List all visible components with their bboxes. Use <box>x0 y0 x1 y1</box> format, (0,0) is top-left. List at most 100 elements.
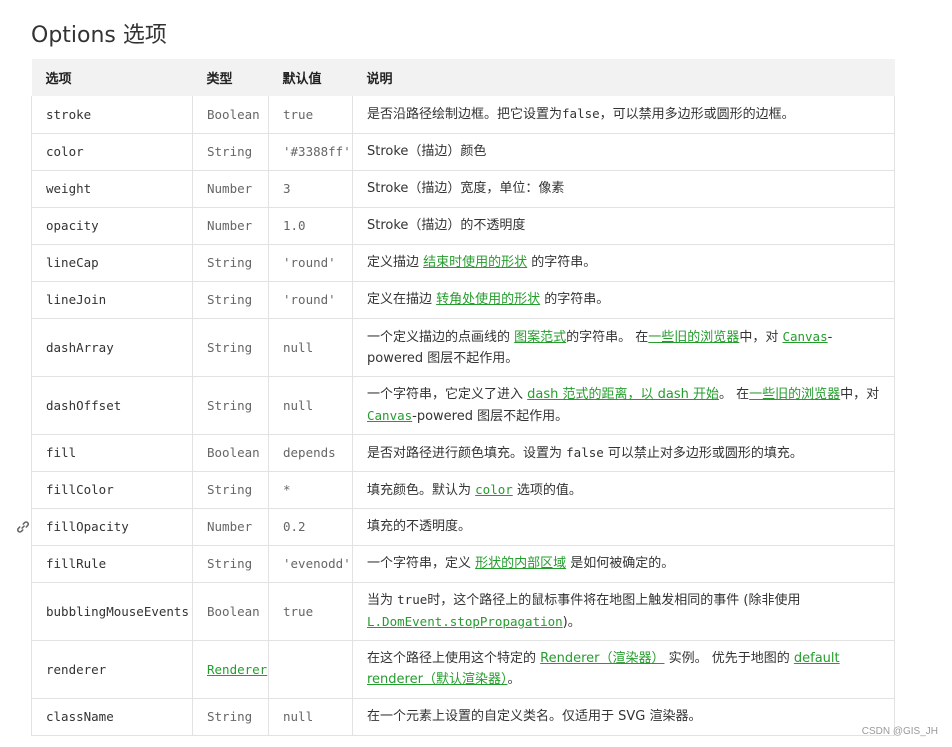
option-default-cell: 1.0 <box>268 206 353 245</box>
option-type-cell: String <box>192 697 269 736</box>
description-link[interactable]: Renderer（渲染器） <box>540 651 664 666</box>
option-type-cell: String <box>192 132 269 171</box>
option-default-cell: null <box>268 697 353 736</box>
table-row: lineCap String'round' 定义描边 结束时使用的形状 的字符串。 <box>31 243 895 282</box>
option-name-cell: lineCap <box>31 243 193 282</box>
option-type-cell: String <box>192 317 269 377</box>
option-type-cell: Number <box>192 169 269 208</box>
option-type-cell: String <box>192 544 269 583</box>
description-link[interactable]: 转角处使用的形状 <box>436 292 540 307</box>
type-link[interactable]: Renderer <box>207 662 267 677</box>
description-text: Stroke（描边）的不透明度 <box>367 218 526 233</box>
table-row: color String '#3388ff' Stroke（描边）颜色 <box>31 132 895 171</box>
description-link[interactable]: L.DomEvent.stopPropagation <box>367 614 563 629</box>
option-description-cell: 定义在描边 转角处使用的形状 的字符串。 <box>352 280 895 319</box>
description-text: 定义在描边 <box>367 292 437 307</box>
inline-code: false <box>566 444 604 460</box>
description-link[interactable]: dash 范式的距离，以 dash 开始 <box>527 387 719 402</box>
option-default-cell: 'round' <box>268 243 353 282</box>
option-description-cell: Stroke（描边）的不透明度 <box>352 206 895 245</box>
table-row: fillOpacity Number 0.2 填充的不透明度。 <box>31 507 895 546</box>
table-row: opacity Number 1.0 Stroke（描边）的不透明度 <box>31 206 895 245</box>
option-description-cell: 当为 true时，这个路径上的鼠标事件将在地图上触发相同的事件 (除非使用 L.… <box>352 581 895 641</box>
option-type-cell: Renderer <box>192 639 269 699</box>
option-name-cell: bubblingMouseEvents <box>31 581 193 641</box>
column-header-default: 默认值 <box>268 59 353 96</box>
option-default-cell: 0.2 <box>268 507 353 546</box>
table-row: dashArray String null 一个定义描边的点画线的 图案范式的字符串。… <box>31 317 895 377</box>
option-description-cell: Stroke（描边）颜色 <box>352 132 895 171</box>
description-text: 一个定义描边的点画线的 <box>367 329 515 345</box>
option-name-cell: className <box>31 697 193 736</box>
option-name-cell: color <box>31 132 193 171</box>
description-text: 是否沿路径绘制边框。把它设置为 <box>367 107 563 123</box>
description-text: 一个字符串，定义 <box>367 556 476 571</box>
description-text: 。 <box>507 672 521 687</box>
description-text: 。 在 <box>719 386 750 402</box>
description-text: 时，这个路径上的鼠标事件将在地图上触发相同的事件 (除非使用 <box>427 593 801 608</box>
option-default-cell: true <box>268 581 353 641</box>
option-description-cell: 在一个元素上设置的自定义类名。仅适用于 SVG 渲染器。 <box>352 697 895 736</box>
option-name-cell: fillRule <box>31 544 193 583</box>
description-text: 在一个元素上设置的自定义类名。仅适用于 SVG 渲染器。 <box>367 709 702 724</box>
option-type-cell: Number <box>192 206 269 245</box>
description-link[interactable]: Canvas <box>782 329 827 344</box>
option-default-cell: 'evenodd' <box>268 544 353 583</box>
option-type-cell: String <box>192 470 269 509</box>
option-name-cell: stroke <box>31 96 193 134</box>
options-table: 选项 类型 默认值 说明 stroke Boolean true 是否沿路径绘制边框。… <box>31 59 895 736</box>
description-text: 在这个路径上使用这个特定的 <box>367 651 541 666</box>
inline-code: true <box>397 592 428 607</box>
table-row: fillRule String'evenodd' 一个字符串，定义 形状的内部区域 … <box>31 544 895 583</box>
option-description-cell: 填充颜色。默认为 color 选项的值。 <box>352 470 895 509</box>
link-icon-graphic <box>17 521 29 533</box>
description-text: 的字符串。 <box>540 292 610 307</box>
option-default-cell: 3 <box>268 169 353 208</box>
description-link[interactable]: 图案范式 <box>514 330 566 345</box>
description-text: 中，对 <box>739 329 783 345</box>
description-text: 是如何被确定的。 <box>566 556 675 571</box>
option-description-cell: 一个定义描边的点画线的 图案范式的字符串。 在一些旧的浏览器中，对 Canvas… <box>352 317 895 377</box>
option-name-cell: opacity <box>31 206 193 245</box>
description-text: 选项的值。 <box>512 482 582 498</box>
option-description-cell: 定义描边 结束时使用的形状 的字符串。 <box>352 243 895 282</box>
description-text: ，可以禁用多边形或圆形的边框。 <box>599 107 795 123</box>
column-header-type: 类型 <box>192 59 269 96</box>
description-text: Stroke（描边）宽度，单位：像素 <box>367 181 565 196</box>
option-type-cell: Boolean <box>192 433 269 472</box>
table-row: fill Boolean depends 是否对路径进行颜色填充。设置为 false … <box>31 433 895 472</box>
option-type-cell: String <box>192 375 269 435</box>
description-link[interactable]: 结束时使用的形状 <box>423 255 527 270</box>
table-row: fillColor String * 填充颜色。默认为 color 选项的值。 <box>31 470 895 509</box>
description-text: 当为 <box>367 593 398 608</box>
description-text: 是否对路径进行颜色填充。设置为 <box>367 445 567 461</box>
watermark: CSDN @GIS_JH <box>861 726 938 737</box>
description-text: 的字符串。 <box>527 255 597 270</box>
option-name-cell: fillOpacity <box>31 507 193 546</box>
option-description-cell: 在这个路径上使用这个特定的 Renderer（渲染器） 实例。 优先于地图的 d… <box>352 639 895 699</box>
description-link[interactable]: color <box>475 482 513 497</box>
description-text: 的字符串。 在 <box>566 329 649 345</box>
description-text: 一个字符串，它定义了进入 <box>367 386 528 402</box>
option-type-cell: Boolean <box>192 581 269 641</box>
option-description-cell: Stroke（描边）宽度，单位：像素 <box>352 169 895 208</box>
table-row: renderer Renderer 在这个路径上使用这个特定的 Renderer（渲… <box>31 639 895 699</box>
description-text: 填充的不透明度。 <box>367 519 472 534</box>
option-name-cell: lineJoin <box>31 280 193 319</box>
table-row: bubblingMouseEvents Boolean true 当为 true时，这… <box>31 581 895 641</box>
option-default-cell: '#3388ff' <box>268 132 353 171</box>
description-link[interactable]: 一些旧的浏览器 <box>749 387 840 402</box>
description-text: 中，对 <box>840 386 880 402</box>
link-icon[interactable] <box>16 519 30 533</box>
page-title: Options 选项 <box>31 23 167 48</box>
description-link[interactable]: 形状的内部区域 <box>475 556 566 571</box>
option-name-cell: renderer <box>31 639 193 699</box>
description-link[interactable]: Canvas <box>367 408 412 423</box>
description-text: -powered 图层不起作用。 <box>412 408 569 424</box>
table-row: stroke Boolean true 是否沿路径绘制边框。把它设置为false，可以… <box>31 96 895 134</box>
inline-code: false <box>562 106 600 122</box>
option-description-cell: 填充的不透明度。 <box>352 507 895 546</box>
description-link[interactable]: 一些旧的浏览器 <box>648 330 739 345</box>
option-default-cell: null <box>268 317 353 377</box>
description-text: Stroke（描边）颜色 <box>367 144 487 159</box>
